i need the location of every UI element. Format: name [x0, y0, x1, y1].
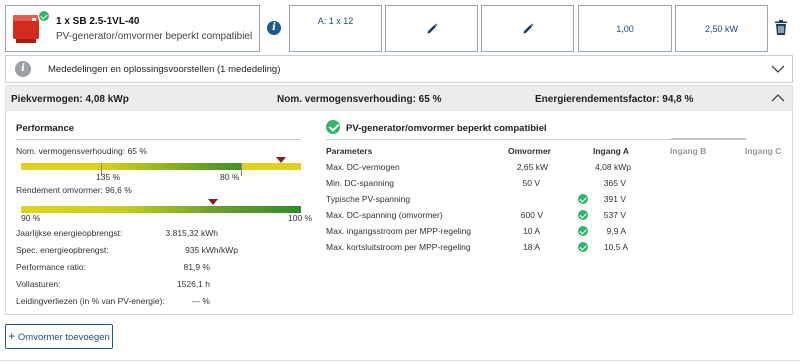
- value-cell-power[interactable]: 2,50 kW: [675, 5, 768, 52]
- messages-text: Mededelingen en oplossingsvoorstellen (1…: [48, 64, 281, 75]
- ratio-scale-high: 80 %: [220, 172, 240, 182]
- col-header-omvormer: Omvormer: [508, 146, 551, 156]
- efficiency-scale-high: 100 %: [288, 213, 313, 223]
- param-name: Max. DC-vermogen: [326, 162, 400, 172]
- param-ingang-a: 365 V: [603, 178, 626, 188]
- param-ingang-a: 4,08 kWp: [595, 162, 631, 172]
- messages-bar[interactable]: i Mededelingen en oplossingsvoorstellen …: [5, 55, 793, 83]
- ratio-marker: [276, 157, 286, 163]
- stat-value: 935 kWh/kWp: [185, 245, 238, 255]
- string-config-label: A: 1 x 12: [317, 16, 354, 26]
- add-inverter-label: Omvormer toevoegen: [17, 332, 110, 343]
- param-name: Typische PV-spanning: [326, 194, 411, 204]
- col-header-ingang-b: Ingang B: [670, 146, 707, 156]
- ingang-b-underline: [671, 138, 746, 140]
- peak-power: Piekvermogen: 4,08 kWp: [11, 94, 129, 105]
- trash-icon[interactable]: [775, 20, 787, 35]
- edit-cell-2[interactable]: [481, 5, 574, 52]
- param-omvormer: 600 V: [520, 210, 543, 220]
- bottom-divider: [0, 360, 800, 361]
- col-header-ingang-a: Ingang A: [593, 146, 630, 156]
- factor-value: 1,00: [616, 24, 634, 34]
- edit-cell-1[interactable]: [385, 5, 478, 52]
- inverter-ok-icon: [38, 10, 50, 22]
- ratio-bar: [21, 163, 301, 177]
- pencil-icon[interactable]: [522, 23, 533, 34]
- summary-bar[interactable]: Piekvermogen: 4,08 kWp Nom. vermogensver…: [5, 85, 793, 111]
- param-ingang-a: 537 V: [603, 210, 626, 220]
- string-config-cell[interactable]: A: 1 x 12: [289, 5, 382, 52]
- param-omvormer: 18 A: [522, 242, 540, 252]
- compatible-check-icon: [326, 120, 340, 134]
- stat-value: --- %: [191, 296, 210, 306]
- col-header-ingang-c: Ingang C: [745, 146, 782, 156]
- pencil-icon[interactable]: [426, 23, 437, 34]
- stat-value: 81,9 %: [183, 262, 210, 272]
- param-omvormer: 10 A: [522, 226, 540, 236]
- power-ratio: Nom. vermogensverhouding: 65 %: [277, 94, 442, 105]
- ratio-scale-low: 135 %: [96, 172, 121, 182]
- ratio-label: Nom. vermogensverhouding: 65 %: [16, 146, 147, 156]
- ratio-bar-tick-high: [241, 163, 242, 176]
- ratio-bar-mid-segment: [101, 163, 241, 170]
- ratio-bar-low-segment: [21, 163, 101, 170]
- value-cell-factor[interactable]: 1,00: [578, 5, 672, 52]
- add-inverter-button[interactable]: + Omvormer toevoegen: [5, 324, 113, 349]
- stat-value: 1526,1 h: [176, 279, 210, 289]
- details-panel: Performance Nom. vermogensverhouding: 65…: [5, 111, 793, 315]
- param-omvormer: 50 V: [522, 178, 541, 188]
- performance-title: Performance: [16, 123, 75, 134]
- ratio-bar-high-segment: [241, 163, 301, 170]
- chevron-down-icon[interactable]: [771, 65, 785, 73]
- power-value: 2,50 kW: [704, 24, 738, 34]
- stat-label: Spec. energieopbrengst:: [16, 245, 109, 255]
- inverter-subtitle: PV-generator/omvormer beperkt compatibie…: [56, 31, 253, 42]
- param-ingang-a: 9,9 A: [606, 226, 626, 236]
- param-name: Max. ingangsstroom per MPP-regeling: [326, 226, 472, 236]
- chevron-up-icon[interactable]: [771, 94, 785, 102]
- param-name: Max. kortsluitstroom per MPP-regeling: [326, 242, 471, 252]
- info-icon: i: [15, 61, 31, 77]
- stat-value: 3.815,32 kWh: [165, 228, 218, 238]
- inverter-title: 1 x SB 2.5-1VL-40: [56, 16, 140, 27]
- param-ingang-a: 10,5 A: [603, 242, 628, 252]
- info-icon[interactable]: i: [267, 21, 281, 35]
- efficiency-scale-low: 90 %: [21, 213, 41, 223]
- stat-label: Jaarlijkse energieopbrengst:: [16, 228, 123, 238]
- performance-divider: [16, 139, 301, 140]
- stat-label: Performance ratio:: [16, 262, 86, 272]
- param-name: Max. DC-spanning (omvormer): [326, 210, 443, 220]
- energy-factor: Energierendementsfactor: 94,8 %: [535, 94, 694, 105]
- efficiency-bar: [21, 206, 301, 213]
- plus-icon: +: [8, 329, 16, 343]
- stat-label: Vollasturen:: [16, 279, 61, 289]
- param-name: Min. DC-spanning: [326, 178, 395, 188]
- compat-title: PV-generator/omvormer beperkt compatibie…: [346, 123, 547, 134]
- efficiency-marker: [208, 199, 218, 205]
- inverter-card[interactable]: 1 x SB 2.5-1VL-40 PV-generator/omvormer …: [5, 5, 260, 52]
- param-ingang-a: 391 V: [603, 194, 626, 204]
- param-omvormer: 2,65 kW: [516, 162, 548, 172]
- col-header-parameters: Parameters: [326, 146, 373, 156]
- efficiency-label: Rendement omvormer: 96,6 %: [16, 185, 132, 195]
